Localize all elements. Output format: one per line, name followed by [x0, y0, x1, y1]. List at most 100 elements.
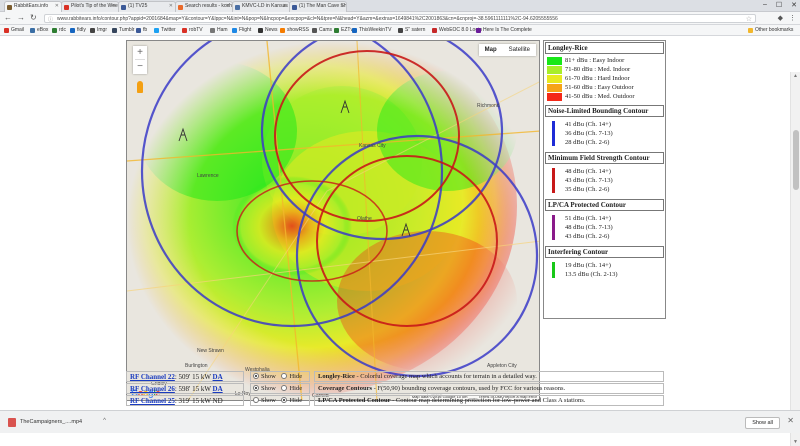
bookmark-label: ThisWeekinTV [359, 27, 392, 33]
zoom-out-button[interactable]: − [133, 60, 147, 73]
show-radio[interactable] [253, 385, 259, 391]
tab-close-icon[interactable]: ✕ [112, 3, 116, 9]
bookmark-item[interactable]: S" satern [398, 27, 425, 33]
map-town-label: Lawrence [197, 173, 219, 179]
tab-close-icon[interactable]: ✕ [55, 3, 59, 9]
scroll-up-icon[interactable]: ▲ [793, 73, 798, 79]
page-info-icon[interactable]: ⓘ [48, 16, 53, 22]
channel-link[interactable]: RF Channel 26 [130, 385, 175, 393]
bookmark-item[interactable]: fb [136, 27, 147, 33]
channel-link[interactable]: RF Channel 25 [130, 397, 175, 405]
browser-tab[interactable]: RabbitEars.info ✕ [4, 1, 62, 12]
bookmark-label: Flight [239, 27, 252, 33]
channel-info: : 319' 15 kW ND [174, 397, 223, 405]
bookmark-item[interactable]: eBox [30, 27, 48, 33]
bookmark-label: S" satern [405, 27, 426, 33]
layer-text: - F(50,90) bounding coverage contours, u… [371, 385, 566, 392]
browser-tab[interactable]: Pilot's Tip of the Week ✕ [61, 1, 119, 12]
hide-radio[interactable] [281, 373, 288, 379]
hide-radio[interactable] [281, 385, 288, 391]
page-scrollbar[interactable]: ▲ ▼ [790, 72, 800, 446]
bookmark-item[interactable]: Flight [232, 27, 251, 33]
interfering-color-bar [552, 262, 555, 278]
noise-line: 36 dBu (Ch. 7-13) [565, 130, 613, 137]
channel-visibility-toggle: Show Hide [250, 395, 310, 406]
bookmark-item[interactable]: Other bookmarks [748, 27, 793, 33]
coverage-map[interactable]: Kansas City Richmond Lawrence Olathe Burling… [126, 40, 540, 401]
back-icon[interactable]: ← [4, 13, 12, 22]
directional-antenna-link[interactable]: DA [213, 385, 223, 393]
bookmark-label: Twitter [161, 27, 176, 33]
reload-icon[interactable]: ↻ [30, 13, 37, 22]
address-bar[interactable]: ⓘ www.rabbitears.info/contour.php?appid=… [44, 14, 756, 23]
zoom-in-button[interactable]: + [133, 46, 147, 59]
maximize-icon[interactable]: ☐ [776, 1, 782, 9]
browser-tab[interactable]: (1) TV25 ✕ [118, 1, 176, 12]
tab-favicon-icon [292, 5, 297, 10]
tab-close-icon[interactable]: ✕ [226, 3, 230, 9]
show-radio[interactable] [253, 373, 259, 379]
close-window-icon[interactable]: ✕ [791, 1, 797, 9]
legend-interfering-contour: 19 dBu (Ch. 14+) 13.5 dBu (Ch. 2-13) [545, 258, 664, 282]
bookmark-item[interactable]: WebEOC 8.0 Login [432, 27, 482, 33]
legend-longley-label: 71-80 dBu : Med. Indoor [565, 66, 631, 73]
scroll-down-icon[interactable]: ▼ [793, 439, 798, 445]
bookmark-star-icon[interactable]: ☆ [746, 15, 752, 22]
chevron-up-icon[interactable]: ^ [103, 418, 106, 424]
tab-close-icon[interactable]: ✕ [340, 3, 344, 9]
map-town-label: New Strawn [197, 348, 224, 354]
hide-label: Hide [289, 397, 303, 404]
menu-icon[interactable]: ⋮ [789, 14, 796, 22]
legend-min-field-contour: 48 dBu (Ch. 14+) 43 dBu (Ch. 7-13) 35 dB… [545, 164, 664, 197]
bookmark-item[interactable]: Imgr [90, 27, 107, 33]
browser-tab[interactable]: Search results - koshom✕ [175, 1, 233, 12]
tab-close-icon[interactable]: ✕ [169, 3, 173, 9]
bookmark-item[interactable]: fidly [70, 27, 86, 33]
download-bar: TheCampaigners_....mp4 ^ Show all ✕ [0, 410, 800, 433]
map-type-map-button[interactable]: Map [479, 44, 503, 56]
bookmark-item[interactable]: ThisWeekinTV [352, 27, 391, 33]
minimize-icon[interactable]: – [763, 1, 767, 9]
legend-longley-row: 61-70 dBu : Hard Indoor [545, 74, 664, 83]
bookmark-label: News [265, 27, 278, 33]
url-text: www.rabbitears.info/contour.php?appid=20… [57, 16, 558, 22]
close-download-bar-icon[interactable]: ✕ [787, 416, 794, 425]
scrollbar-thumb[interactable] [793, 130, 799, 190]
min-field-line: 48 dBu (Ch. 14+) [565, 168, 611, 175]
lpca-line: 51 dBu (Ch. 14+) [565, 215, 611, 222]
bookmark-item[interactable]: rdc [52, 27, 66, 33]
bookmark-item[interactable]: Tumblr [112, 27, 134, 33]
interfering-line: 13.5 dBu (Ch. 2-13) [565, 271, 618, 278]
show-radio[interactable] [253, 397, 259, 403]
channel-link[interactable]: RF Channel 22 [130, 373, 175, 381]
forward-icon[interactable]: → [17, 13, 25, 22]
hide-label: Hide [289, 373, 303, 380]
bookmark-item[interactable]: News [258, 27, 278, 33]
directional-antenna-link[interactable]: DA [213, 373, 223, 381]
tab-favicon-icon [7, 5, 12, 10]
bookmark-item[interactable]: Cams [312, 27, 332, 33]
street-view-pegman-icon[interactable] [137, 81, 143, 93]
bookmark-item[interactable]: showRSS [280, 27, 309, 33]
bookmark-item[interactable]: robTV [182, 27, 203, 33]
map-town-label: Olathe [357, 216, 372, 222]
legend-swatch [547, 84, 562, 92]
show-all-downloads-button[interactable]: Show all [745, 417, 780, 429]
bookmark-item[interactable]: Ham [210, 27, 228, 33]
hide-radio[interactable] [281, 397, 288, 403]
bookmark-item[interactable]: Here Is The Complete [476, 27, 532, 33]
browser-tab[interactable]: (1) The Man Cave Shop -✕ [289, 1, 347, 12]
noise-line: 41 dBu (Ch. 14+) [565, 121, 611, 128]
extension-icon[interactable]: ◆ [778, 14, 783, 22]
bookmark-item[interactable]: Gmail [4, 27, 24, 33]
browser-tab[interactable]: KMVC-LD in Kansas | Sur✕ [232, 1, 290, 12]
bookmark-label: fb [143, 27, 148, 33]
map-layer-description: Longley-Rice - Colorful coverage map whi… [314, 371, 664, 382]
bookmark-item[interactable]: Twitter [154, 27, 176, 33]
browser-toolbar: ← → ↻ ⓘ www.rabbitears.info/contour.php?… [0, 12, 800, 25]
download-item[interactable]: TheCampaigners_....mp4 ^ [6, 415, 106, 430]
map-type-satellite-button[interactable]: Satellite [503, 44, 536, 56]
tab-close-icon[interactable]: ✕ [283, 3, 287, 9]
bookmark-item[interactable]: EZTv [334, 27, 353, 33]
bookmark-favicon-icon [112, 28, 117, 33]
